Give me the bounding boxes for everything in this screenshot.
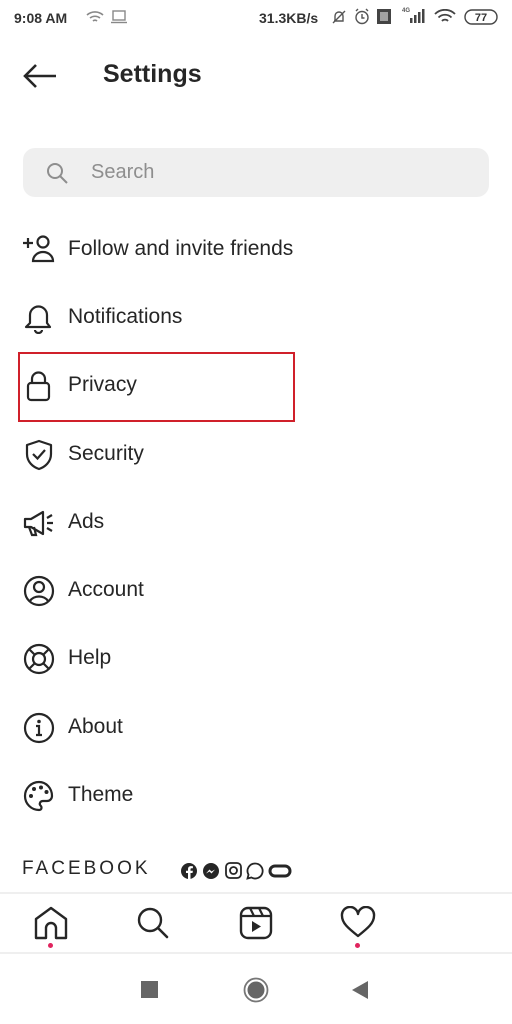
settings-item-ads[interactable]: Ads	[0, 492, 512, 552]
notification-dot	[355, 943, 360, 948]
search-input[interactable]	[91, 148, 471, 197]
alarm-icon	[355, 8, 369, 25]
item-label: Notifications	[68, 305, 183, 328]
portal-icon	[268, 864, 292, 878]
search-icon	[47, 163, 68, 184]
settings-item-theme[interactable]: Theme	[0, 765, 512, 825]
item-label: About	[68, 715, 123, 738]
mute-bell-icon	[332, 10, 346, 24]
settings-item-account[interactable]: Account	[0, 560, 512, 620]
shield-check-icon	[25, 439, 53, 471]
battery-level: 77	[475, 12, 487, 24]
network-type: 4G	[402, 8, 410, 14]
facebook-apps-icons	[181, 862, 292, 880]
status-time: 9:08 AM	[14, 10, 68, 26]
instagram-icon	[225, 862, 242, 879]
tab-home[interactable]	[33, 906, 69, 948]
settings-item-follow-invite[interactable]: Follow and invite friends	[0, 219, 512, 279]
arrow-left-icon[interactable]	[22, 62, 58, 90]
search-bar[interactable]	[23, 148, 489, 197]
signal-icon: 4G	[402, 8, 425, 23]
palette-icon	[23, 780, 54, 812]
facebook-section-label: FACEBOOK	[22, 858, 151, 879]
settings-item-notifications[interactable]: Notifications	[0, 287, 512, 347]
wifi-icon	[434, 9, 456, 22]
battery-icon: 77	[464, 9, 498, 25]
privacy-highlight-box	[18, 352, 295, 422]
lifebuoy-icon	[23, 643, 55, 675]
item-label: Theme	[68, 783, 134, 806]
bottom-tab-bar	[0, 892, 512, 954]
header: Settings	[0, 50, 512, 102]
home-circle-icon[interactable]	[243, 977, 269, 1003]
item-label: Follow and invite friends	[68, 237, 294, 260]
item-label: Security	[68, 442, 144, 465]
person-circle-icon	[23, 575, 55, 607]
tab-activity[interactable]	[340, 905, 376, 948]
recents-square-icon[interactable]	[141, 981, 159, 999]
system-nav-bar	[0, 956, 512, 1024]
bell-icon	[24, 305, 52, 334]
settings-item-about[interactable]: About	[0, 697, 512, 757]
page-title: Settings	[103, 60, 202, 88]
whatsapp-icon	[246, 862, 264, 880]
network-speed: 31.3KB/s	[259, 10, 319, 26]
home-icon	[34, 906, 68, 940]
item-label: Help	[68, 646, 112, 669]
tab-search[interactable]	[135, 906, 171, 948]
reels-icon	[239, 906, 273, 940]
tab-reels[interactable]	[238, 906, 274, 948]
facebook-icon	[181, 863, 197, 879]
volte-icon	[377, 9, 391, 24]
info-icon	[23, 712, 55, 744]
laptop-icon	[111, 10, 127, 24]
heart-icon	[340, 905, 376, 938]
wifi-icon	[86, 11, 104, 22]
back-triangle-icon[interactable]	[351, 980, 369, 1000]
status-bar: 9:08 AM 31.3KB/s 4G 77	[0, 0, 512, 36]
search-icon	[137, 907, 169, 939]
messenger-icon	[203, 863, 219, 879]
add-person-icon	[23, 235, 55, 263]
settings-item-help[interactable]: Help	[0, 628, 512, 688]
megaphone-icon	[23, 510, 53, 537]
notification-dot	[48, 943, 53, 948]
item-label: Ads	[68, 510, 105, 533]
item-label: Account	[68, 578, 144, 601]
settings-item-security[interactable]: Security	[0, 424, 512, 484]
